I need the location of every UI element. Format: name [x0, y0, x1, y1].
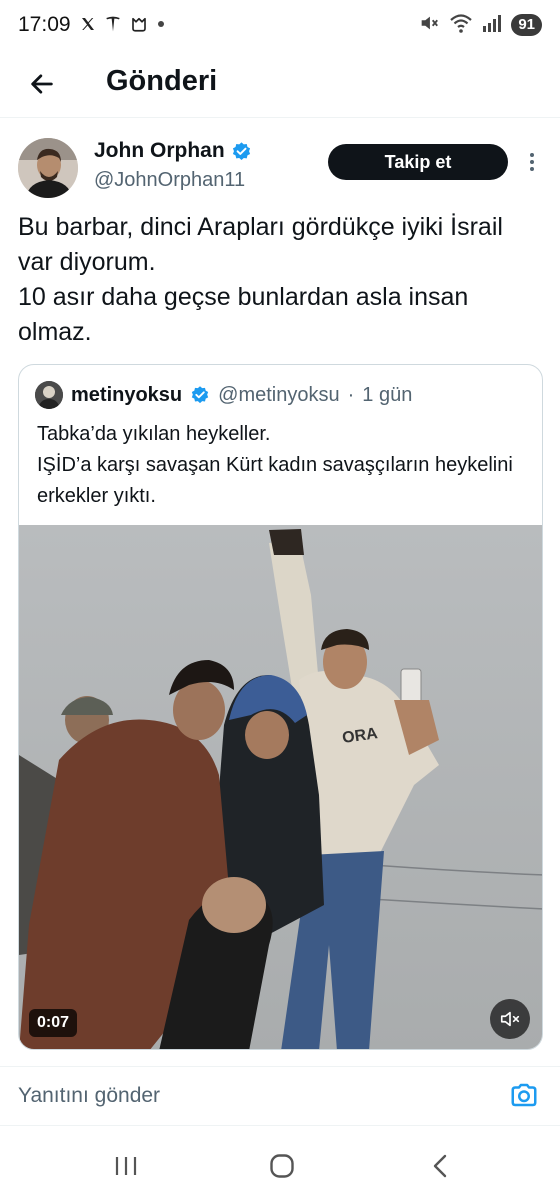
back-button[interactable]: [22, 64, 62, 104]
author-name[interactable]: John Orphan: [94, 139, 225, 163]
volume-muted-icon: [500, 1011, 520, 1027]
quoted-author-name: metinyoksu: [71, 383, 183, 406]
author-handle: @JohnOrphan11: [94, 169, 246, 191]
camera-icon: [511, 1083, 537, 1107]
mute-toggle-button[interactable]: [490, 999, 530, 1039]
author-name-row: John Orphan: [94, 139, 252, 163]
video-duration: 0:07: [29, 1009, 78, 1037]
status-time: 17:09: [18, 13, 71, 36]
mute-icon: [418, 12, 440, 39]
verified-badge-icon: [232, 141, 250, 160]
arrow-left-icon: [31, 74, 53, 94]
wifi-icon: [449, 12, 473, 39]
quoted-tweet[interactable]: metinyoksu @metinyoksu · 1 gün Tabka’da …: [18, 364, 543, 1050]
header-divider: [0, 117, 560, 118]
quoted-text-line: Tabka’da yıkılan heykeller.: [37, 423, 271, 445]
quoted-timestamp: 1 gün: [362, 383, 413, 406]
tweet-text: Bu barbar, dinci Arapları gördükçe iyiki…: [18, 210, 544, 350]
recent-apps-button[interactable]: [106, 1148, 146, 1184]
system-back-button[interactable]: [420, 1148, 460, 1184]
video-player[interactable]: ORA 0:07: [19, 525, 542, 1049]
quoted-separator: ·: [347, 383, 355, 406]
x-logo-icon: [80, 16, 96, 32]
system-navigation-bar: [0, 1140, 560, 1190]
follow-button[interactable]: Takip et: [328, 144, 508, 180]
dot-icon: [157, 20, 165, 28]
camera-button[interactable]: [506, 1077, 542, 1113]
tweet-text-line: 10 asır daha geçse bunlardan asla insan …: [18, 283, 476, 346]
video-frame: ORA: [19, 525, 542, 1049]
author-avatar[interactable]: [18, 138, 78, 198]
quoted-text-line: IŞİD’a karşı savaşan Kürt kadın savaşçıl…: [37, 454, 519, 507]
status-bar: 17:09 91: [0, 0, 560, 52]
signal-icon: [482, 13, 502, 38]
page-header: Gönderi: [0, 52, 560, 116]
home-button[interactable]: [262, 1148, 302, 1184]
home-icon: [270, 1154, 294, 1178]
quoted-author-avatar: [35, 381, 63, 409]
tesla-icon: [105, 15, 121, 33]
quoted-tweet-header: metinyoksu @metinyoksu · 1 gün: [35, 381, 412, 409]
recent-apps-icon: [115, 1157, 137, 1175]
battery-badge: 91: [511, 14, 542, 36]
page-title: Gönderi: [106, 65, 218, 97]
quoted-author-handle: @metinyoksu: [218, 383, 340, 406]
more-options-icon[interactable]: [520, 150, 544, 174]
status-system-icons: 91: [418, 12, 542, 38]
app-icon: [130, 15, 148, 33]
tweet-author: John Orphan @JohnOrphan11 Takip et: [0, 136, 560, 200]
chevron-left-icon: [433, 1154, 447, 1178]
tweet-text-line: Bu barbar, dinci Arapları gördükçe iyiki…: [18, 213, 510, 276]
status-notification-icons: [80, 12, 165, 36]
reply-input[interactable]: [18, 1078, 478, 1114]
quoted-tweet-text: Tabka’da yıkılan heykeller. IŞİD’a karşı…: [37, 419, 532, 512]
reply-divider: [0, 1066, 560, 1067]
verified-badge-icon: [191, 386, 209, 404]
nav-divider: [0, 1125, 560, 1126]
